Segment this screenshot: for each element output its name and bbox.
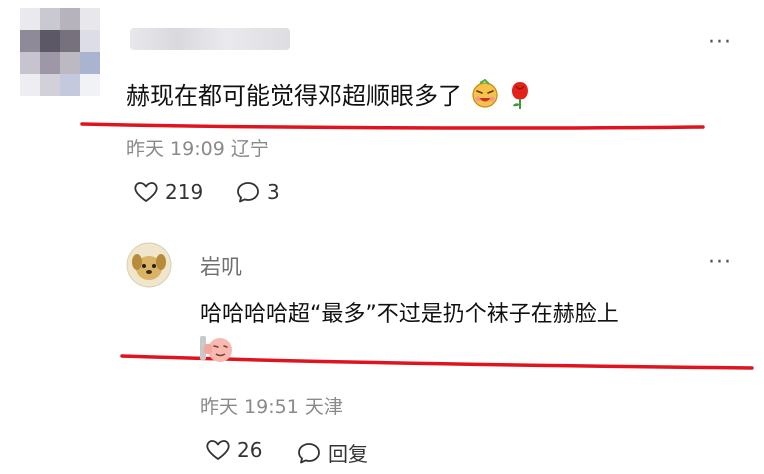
reply-count-button[interactable]: 3: [235, 180, 280, 204]
comment-bubble-icon: [237, 182, 259, 203]
reply-time: 昨天 19:51: [200, 396, 299, 418]
reply-count: 3: [267, 180, 280, 204]
reply-more-options-icon[interactable]: ···: [708, 250, 732, 275]
reply-username[interactable]: 岩叽: [200, 251, 242, 281]
reply-like-button[interactable]: 26: [205, 438, 262, 462]
reply-avatar[interactable]: [126, 242, 172, 292]
like-button[interactable]: 219: [133, 180, 203, 204]
reply-label: 回复: [328, 442, 368, 466]
heart-icon: [206, 440, 230, 460]
heart-icon: [134, 182, 158, 202]
like-count: 219: [165, 180, 204, 204]
reply-text: 哈哈哈哈超“最多”不过是扔个袜子在赫脸上: [200, 302, 619, 327]
comment-meta: 昨天 19:09 辽宁: [126, 134, 269, 161]
face-palm-sticker-icon: [198, 332, 234, 368]
reply-button[interactable]: 回复: [296, 438, 368, 467]
reply-location: 天津: [304, 396, 343, 418]
red-annotation-underlines: [80, 122, 754, 370]
reply-like-count: 26: [237, 438, 263, 462]
red-underline-comment: [80, 122, 705, 130]
comment-location: 辽宁: [230, 138, 269, 160]
reply-meta: 昨天 19:51 天津: [200, 392, 343, 419]
comment-bubble-icon: [298, 442, 320, 463]
comment-time: 昨天 19:09: [126, 138, 225, 160]
